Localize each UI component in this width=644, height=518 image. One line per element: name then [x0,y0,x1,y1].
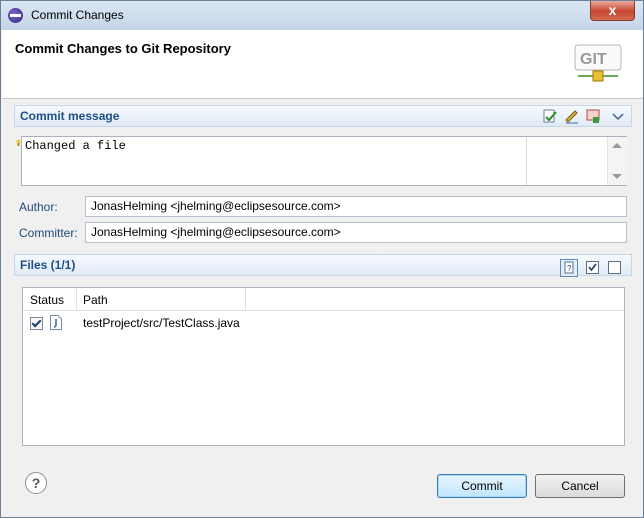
svg-text:GIT: GIT [580,51,607,68]
cancel-button[interactable]: Cancel [535,474,625,498]
title-bar[interactable]: Commit Changes x [1,1,643,30]
page-title: Commit Changes to Git Repository [15,41,231,56]
spell-check-icon[interactable] [542,108,558,124]
committer-value: JonasHelming <jhelming@eclipsesource.com… [91,225,341,239]
files-section-header: Files (1/1) [14,254,632,276]
files-table: Status Path testProject/src/TestClass.ja… [22,287,625,446]
dialog-header: Commit Changes to Git Repository GIT [2,30,643,99]
java-file-icon [50,315,62,330]
commit-dialog: Commit Changes x Commit Changes to Git R… [0,0,644,518]
files-title: Files (1/1) [20,258,76,272]
commit-message-title: Commit message [20,109,120,123]
column-header-status[interactable]: Status [30,293,64,307]
scroll-up-icon[interactable] [612,143,622,148]
show-untracked-toggle-icon[interactable]: ? [560,259,578,277]
close-button[interactable]: x [590,1,635,21]
committer-field[interactable]: JonasHelming <jhelming@eclipsesource.com… [85,222,627,243]
select-all-icon[interactable] [586,261,599,274]
amend-icon[interactable] [586,108,602,124]
eclipse-icon [8,8,23,23]
author-label: Author: [19,200,58,214]
table-header: Status Path [23,288,624,311]
margin-line [526,137,527,185]
commit-message-text: Changed a file [25,139,126,153]
scroll-down-icon[interactable] [612,174,622,179]
commit-message-section-header: Commit message [14,105,632,127]
author-value: JonasHelming <jhelming@eclipsesource.com… [91,199,341,213]
message-scrollbar[interactable] [607,137,627,185]
help-icon[interactable]: ? [25,472,47,494]
commit-message-input[interactable]: Changed a file [21,136,627,186]
window-title: Commit Changes [31,8,124,22]
column-divider[interactable] [76,288,77,310]
author-field[interactable]: JonasHelming <jhelming@eclipsesource.com… [85,196,627,217]
file-checkbox[interactable] [30,317,43,330]
column-divider[interactable] [245,288,246,310]
commit-button[interactable]: Commit [437,474,527,498]
chevron-down-icon[interactable] [610,109,626,125]
column-header-path[interactable]: Path [83,293,108,307]
table-row[interactable]: testProject/src/TestClass.java [23,313,624,333]
file-path: testProject/src/TestClass.java [83,316,240,330]
git-logo-icon: GIT [574,44,622,82]
deselect-all-icon[interactable] [608,261,621,274]
svg-text:?: ? [567,264,572,273]
signed-off-icon[interactable] [564,108,580,124]
committer-label: Committer: [19,226,78,240]
